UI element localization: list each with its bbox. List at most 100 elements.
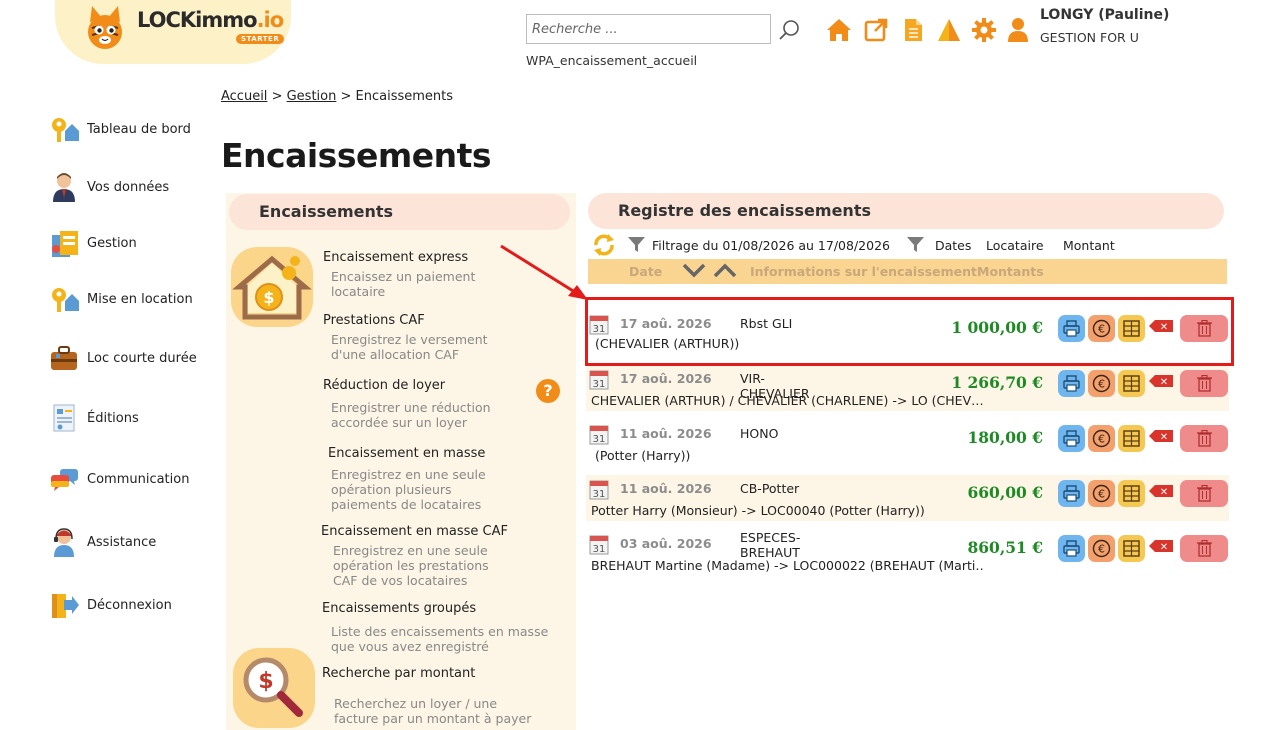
filter-period[interactable]: Filtrage du 01/08/2026 au 17/08/2026 [652,238,890,253]
management-icon [52,231,78,257]
person-icon [53,173,75,202]
cancel-receipt-icon[interactable]: ✕ [1149,375,1173,388]
sidebar-item-assistance[interactable]: Assistance [48,525,218,559]
desc-line: facture par un montant à payer [334,711,532,726]
delete-button[interactable] [1180,535,1228,562]
sidebar-item-label: Assistance [87,534,157,550]
desc-line: accordée sur un loyer [331,415,467,430]
delete-button[interactable] [1180,480,1228,507]
breadcrumb-section-link[interactable]: Gestion [287,89,337,104]
desc-line: opération les prestations [333,558,489,573]
euro-icon: € [1092,429,1111,448]
cancel-receipt-icon[interactable]: ✕ [1149,430,1173,443]
highlight-box [585,297,1234,366]
column-header-amounts: Montants [977,264,1044,279]
accounting-button[interactable] [1118,480,1145,507]
filter-icon[interactable] [907,236,924,253]
refresh-icon[interactable] [592,233,616,257]
search-input[interactable] [526,14,771,44]
menu-bulk-receipt[interactable]: Encaissement en masse [328,446,485,461]
menu-grouped-receipts[interactable]: Encaissements groupés [322,601,476,616]
print-button[interactable] [1058,425,1085,452]
user-company: GESTION FOR U [1040,30,1139,45]
print-button[interactable] [1058,480,1085,507]
svg-text:✕: ✕ [1160,487,1168,497]
filter-amount[interactable]: Montant [1063,238,1115,253]
calendar-icon: 31 [589,480,609,500]
desc-line: Recherchez un loyer / une [334,696,498,711]
logo-text[interactable]: LOCKimmo.io [137,8,284,32]
sidebar-item-dashboard[interactable]: Tableau de bord [48,112,218,146]
payment-button[interactable]: € [1088,535,1115,562]
column-header-info: Informations sur l'encaissement [750,264,977,279]
cancel-tag-icon: ✕ [1149,375,1173,388]
search-icon[interactable] [778,18,802,42]
user-icon[interactable] [1006,17,1030,43]
menu-caf-benefits[interactable]: Prestations CAF [323,313,425,328]
printer-icon [1063,540,1080,557]
cancel-receipt-icon[interactable]: ✕ [1149,540,1173,553]
trash-icon [1196,540,1212,557]
desc-line: locataire [331,284,386,299]
cancel-tag-icon: ✕ [1149,485,1173,498]
home-icon[interactable] [826,17,852,43]
sidebar-item-reports[interactable]: Éditions [48,401,218,435]
column-header-date[interactable]: Date [629,264,662,279]
row-date: 17 aoû. 2026 [620,371,712,386]
logout-icon [52,594,79,618]
filter-icon[interactable] [628,236,645,253]
page-title: Encaissements [221,136,492,175]
search-amount-icon[interactable]: $ [233,648,315,728]
sidebar-item-management[interactable]: Gestion [48,226,218,260]
print-button[interactable] [1058,535,1085,562]
search-amount-icon-graphic: $ [243,657,303,717]
row-amount: 860,51 € [967,538,1043,557]
menu-bulk-caf[interactable]: Encaissement en masse CAF [321,524,508,539]
sidebar-item-label: Déconnexion [87,597,172,613]
euro-icon: € [1092,374,1111,393]
sort-ascending-icon[interactable] [713,262,737,279]
sidebar-item-communication[interactable]: Communication [48,462,218,496]
sidebar-item-label: Communication [87,471,190,487]
accounting-button[interactable] [1118,425,1145,452]
sort-descending-icon[interactable] [682,262,706,279]
menu-rent-reduction[interactable]: Réduction de loyer [323,378,445,393]
menu-express-receipt[interactable]: Encaissement express [323,250,468,265]
sidebar-item-rental[interactable]: Mise en location [48,282,218,316]
menu-caf-benefits-desc: Enregistrez le versement d'une allocatio… [331,332,488,362]
delete-button[interactable] [1180,425,1228,452]
row-date: 11 aoû. 2026 [620,426,712,441]
svg-text:✕: ✕ [1160,432,1168,442]
menu-grouped-receipts-desc: Liste des encaissements en masse que vou… [331,624,548,654]
print-button[interactable] [1058,370,1085,397]
chat-icon [51,469,78,491]
breadcrumb-home-link[interactable]: Accueil [221,89,267,104]
page-code: WPA_encaissement_accueil [526,53,698,68]
filter-tenant[interactable]: Locataire [986,238,1044,253]
document-icon[interactable] [900,17,926,43]
house-money-icon[interactable]: $ [231,247,313,327]
menu-search-by-amount[interactable]: Recherche par montant [322,666,475,681]
printer-icon [1063,485,1080,502]
payment-button[interactable]: € [1088,370,1115,397]
sidebar-item-logout[interactable]: Déconnexion [48,588,218,622]
sidebar-item-your-data[interactable]: Vos données [48,170,218,204]
sidebar-item-short-term[interactable]: Loc courte durée [48,341,218,375]
printer-icon [1063,375,1080,392]
payment-button[interactable]: € [1088,425,1115,452]
accounting-button[interactable] [1118,535,1145,562]
cancel-receipt-icon[interactable]: ✕ [1149,485,1173,498]
accounting-button[interactable] [1118,370,1145,397]
payment-button[interactable]: € [1088,480,1115,507]
delete-button[interactable] [1180,370,1228,397]
help-icon[interactable]: ? [536,379,560,403]
ledger-icon [1123,485,1140,502]
external-link-icon[interactable] [863,17,889,43]
desc-line: CAF de vos locataires [333,573,468,588]
desc-line: Enregistrez le versement [331,332,488,347]
warning-icon[interactable] [936,17,962,43]
filter-dates[interactable]: Dates [935,238,971,253]
user-name[interactable]: LONGY (Pauline) [1040,7,1169,23]
gear-icon[interactable] [971,17,997,43]
desc-line: Liste des encaissements en masse [331,624,549,639]
